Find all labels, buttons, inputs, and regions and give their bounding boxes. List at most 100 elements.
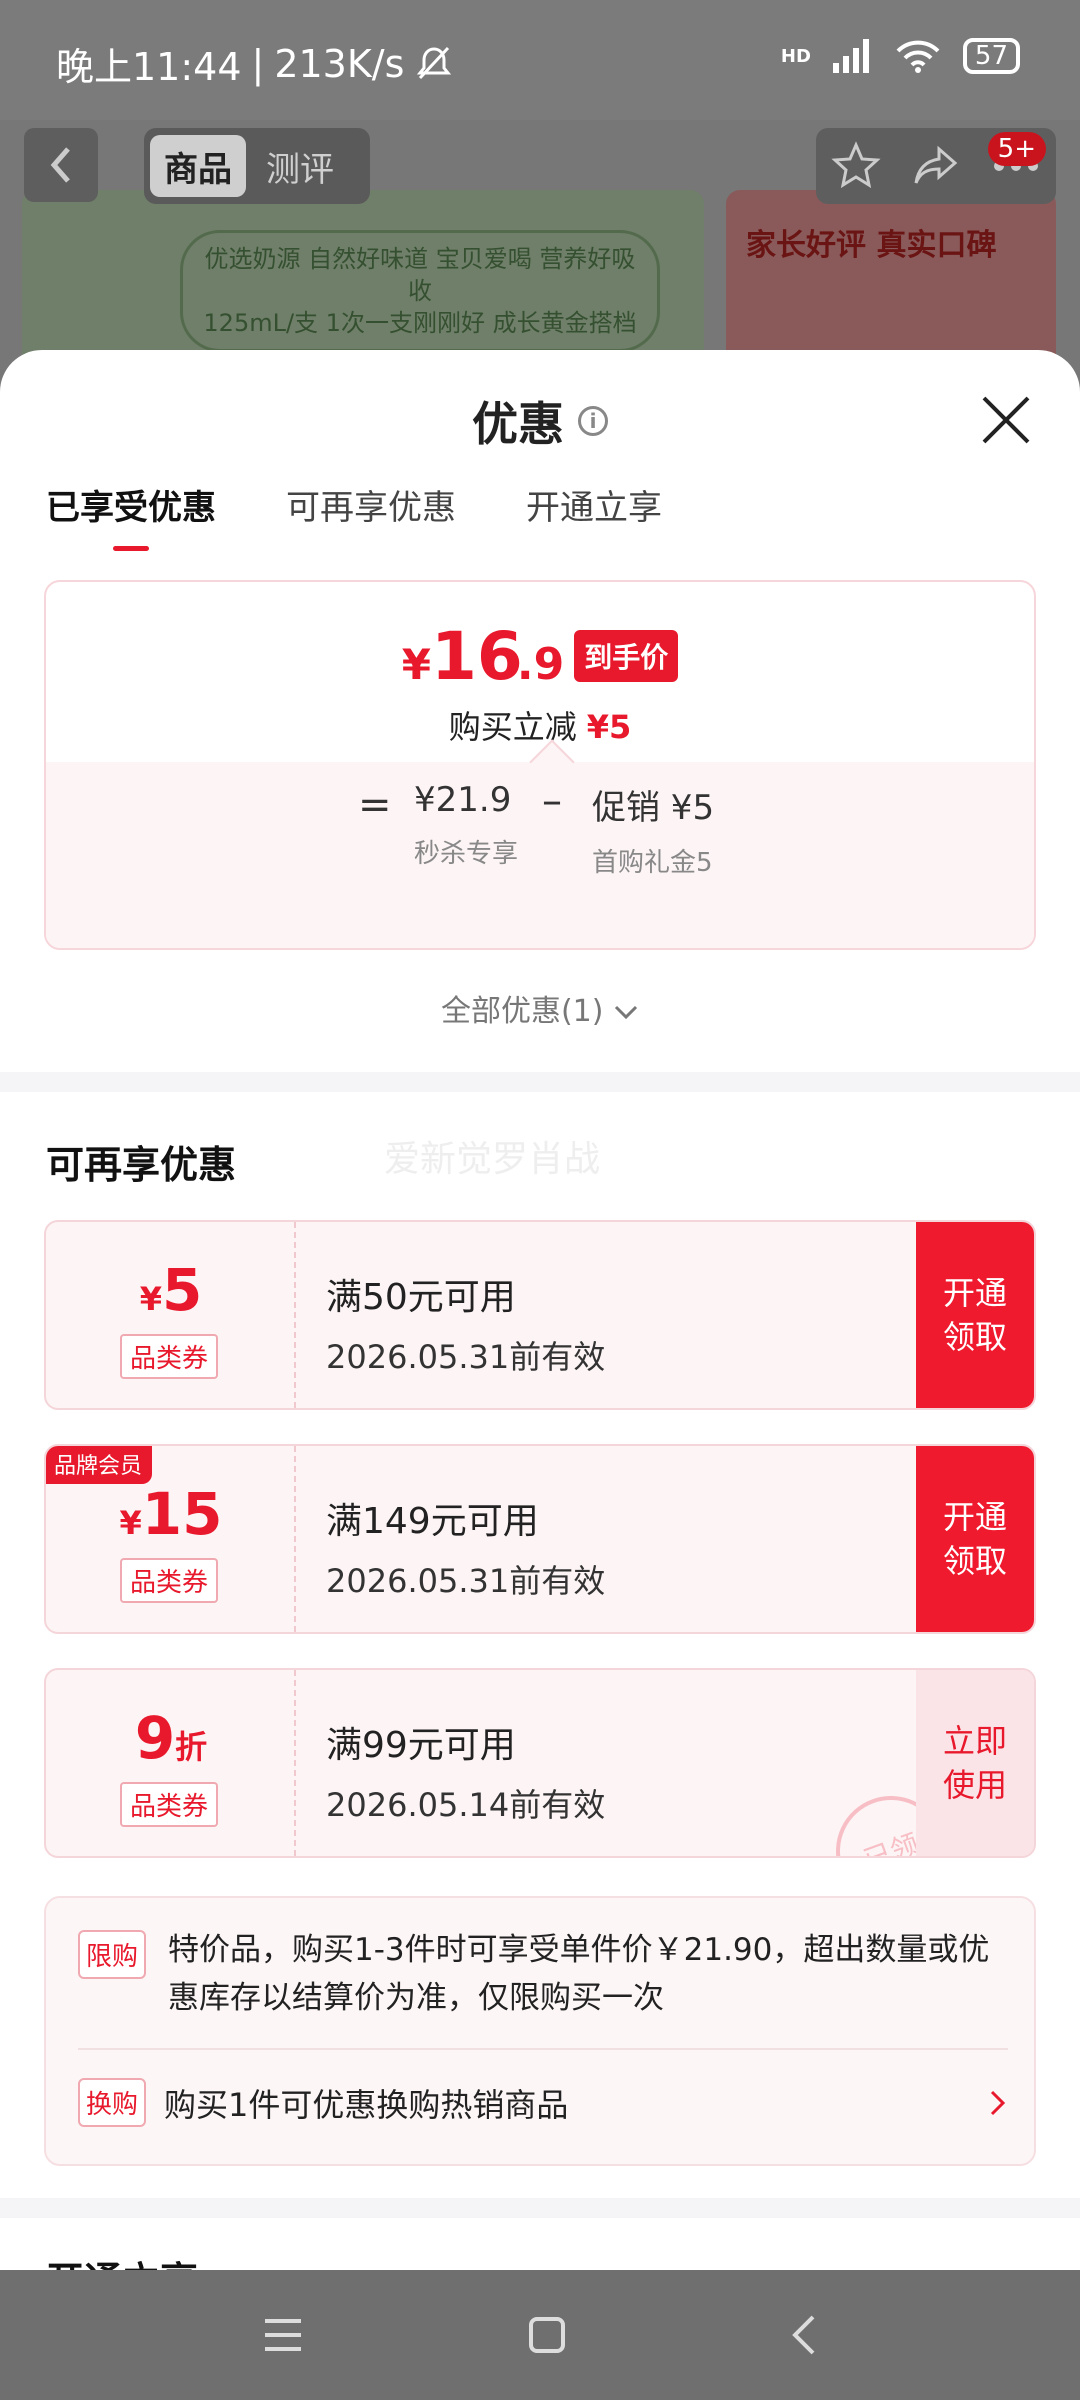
promo-col: 促销 ¥5 首购礼金5 bbox=[592, 780, 792, 881]
status-separator: | bbox=[251, 41, 265, 86]
instant-reduce: 购买立减 ¥5 bbox=[46, 702, 1034, 748]
coupon-info: 满50元可用 2026.05.31前有效 bbox=[326, 1268, 605, 1378]
coupon-type: 品类券 bbox=[120, 1334, 219, 1379]
price-decimal: .9 bbox=[516, 639, 565, 690]
wifi-icon bbox=[896, 40, 940, 73]
final-price-card: ¥16.9 到手价 购买立减 ¥5 = ¥21.9 秒杀专享 – 促销 ¥5 首购… bbox=[44, 580, 1036, 950]
button-label: 立即 使用 bbox=[942, 1722, 1007, 1804]
status-left: 晚上11:44 | 213K/s bbox=[56, 36, 454, 91]
star-icon[interactable] bbox=[831, 141, 881, 191]
page-tabs: 商品 测评 bbox=[144, 128, 370, 204]
home-icon[interactable] bbox=[527, 2315, 567, 2355]
final-price-tag: 到手价 bbox=[574, 630, 679, 682]
button-label: 开通 领取 bbox=[942, 1498, 1007, 1580]
section-divider bbox=[0, 2198, 1080, 2218]
status-speed: 213K/s bbox=[274, 41, 405, 86]
equals-sign: = bbox=[358, 782, 392, 828]
offer-tabs: 已享受优惠 可再享优惠 开通立享 bbox=[46, 480, 662, 551]
price-main: ¥16.9 bbox=[402, 618, 564, 695]
all-offers-label: 全部优惠(1) bbox=[440, 994, 604, 1029]
tab-more-offers[interactable]: 可再享优惠 bbox=[286, 480, 456, 551]
tab-review[interactable]: 测评 bbox=[252, 135, 348, 197]
activate-section-title: 开通立享 bbox=[46, 2250, 198, 2270]
page-actions: 5+ bbox=[816, 128, 1056, 204]
coupon-card: ¥15 品类券 品牌会员 满149元可用 2026.05.31前有效 开通 领取 bbox=[44, 1444, 1036, 1634]
chevron-down-icon bbox=[614, 1005, 638, 1020]
offers-sheet: 优惠 i 已享受优惠 可再享优惠 开通立享 ¥16.9 到手价 购买立减 ¥5 =… bbox=[0, 350, 1080, 2270]
exchange-text: 购买1件可优惠换购热销商品 bbox=[164, 2085, 569, 2124]
coupon-amount: 9折 bbox=[46, 1704, 296, 1772]
coupon-left: ¥5 品类券 bbox=[46, 1222, 296, 1408]
message-badge: 5+ bbox=[987, 132, 1046, 166]
price-integer: 16 bbox=[431, 618, 523, 695]
mute-icon bbox=[417, 46, 452, 79]
activate-claim-button[interactable]: 开通 领取 bbox=[916, 1222, 1034, 1408]
button-label: 开通 领取 bbox=[942, 1274, 1007, 1356]
coupon-number: 15 bbox=[141, 1480, 223, 1548]
coupon-type: 品类券 bbox=[120, 1558, 219, 1603]
base-price-value: ¥21.9 bbox=[414, 780, 512, 820]
coupon-info: 满99元可用 2026.05.14前有效 bbox=[326, 1716, 605, 1826]
battery-indicator: 57 bbox=[962, 38, 1020, 74]
price-yen: ¥ bbox=[401, 640, 431, 689]
final-price: ¥16.9 到手价 bbox=[46, 618, 1034, 695]
back-button[interactable] bbox=[24, 128, 98, 202]
network-type: HD bbox=[780, 45, 811, 67]
price-formula: = ¥21.9 秒杀专享 – 促销 ¥5 首购礼金5 bbox=[46, 739, 1034, 948]
promo-value: 促销 ¥5 bbox=[592, 788, 715, 828]
coupon-expiry: 2026.05.14前有效 bbox=[326, 1786, 606, 1824]
back-icon[interactable] bbox=[789, 2313, 819, 2357]
review-banner-title: 家长好评 真实口碑 bbox=[746, 228, 997, 263]
coupon-number: 5 bbox=[161, 1256, 203, 1324]
price-top: ¥16.9 到手价 购买立减 ¥5 bbox=[46, 582, 1034, 762]
coupon-left: 9折 品类券 bbox=[46, 1670, 296, 1856]
reduce-label: 购买立减 bbox=[448, 708, 577, 746]
reduce-amount: ¥5 bbox=[586, 708, 632, 746]
banner-line-2: 125mL/支 1次一支刚刚好 成长黄金搭档 bbox=[203, 309, 637, 337]
activate-claim-button[interactable]: 开通 领取 bbox=[916, 1446, 1034, 1632]
minus-sign: – bbox=[542, 778, 562, 824]
watermark: 爱新觉罗肖战 bbox=[384, 1139, 601, 1180]
coupon-unit: 折 bbox=[175, 1728, 208, 1766]
base-price-col: ¥21.9 秒杀专享 bbox=[414, 780, 524, 872]
coupon-number: 9 bbox=[134, 1704, 176, 1772]
base-price-label: 秒杀专享 bbox=[414, 839, 519, 869]
coupon-condition: 满99元可用 bbox=[326, 1725, 516, 1766]
tab-product[interactable]: 商品 bbox=[150, 135, 246, 197]
coupon-condition: 满50元可用 bbox=[326, 1277, 516, 1318]
banner-line-1: 优选奶源 自然好味道 宝贝爱喝 营养好吸收 bbox=[204, 245, 636, 305]
info-icon[interactable]: i bbox=[578, 406, 608, 436]
system-nav-bar bbox=[0, 2270, 1080, 2400]
chevron-right-icon bbox=[990, 2090, 1006, 2115]
limit-separator bbox=[78, 2048, 1008, 2050]
chevron-left-icon bbox=[50, 147, 70, 183]
coupon-amount: ¥15 bbox=[46, 1480, 296, 1548]
exchange-row[interactable]: 换购 购买1件可优惠换购热销商品 bbox=[78, 2078, 1008, 2127]
background-page: 优选奶源 自然好味道 宝贝爱喝 营养好吸收 125mL/支 1次一支刚刚好 成长… bbox=[0, 120, 1080, 390]
coupon-expiry: 2026.05.31前有效 bbox=[326, 1562, 606, 1600]
close-icon[interactable] bbox=[976, 390, 1036, 450]
all-offers-toggle[interactable]: 全部优惠(1) bbox=[0, 986, 1080, 1030]
tab-enjoyed[interactable]: 已享受优惠 bbox=[46, 480, 216, 551]
status-right: HD 57 bbox=[781, 38, 1020, 74]
coupon-type: 品类券 bbox=[120, 1782, 219, 1827]
purchase-limit-card: 限购 特价品，购买1-3件时可享受单件价￥21.90，超出数量或优惠库存以结算价… bbox=[44, 1896, 1036, 2166]
coupon-symbol: ¥ bbox=[139, 1280, 162, 1318]
banner-text: 优选奶源 自然好味道 宝贝爱喝 营养好吸收 125mL/支 1次一支刚刚好 成长… bbox=[180, 230, 660, 352]
exchange-badge: 换购 bbox=[78, 2078, 147, 2127]
use-now-button[interactable]: 立即 使用 bbox=[916, 1670, 1034, 1856]
coupon-condition: 满149元可用 bbox=[326, 1501, 539, 1542]
share-icon[interactable] bbox=[911, 141, 961, 191]
coupon-amount: ¥5 bbox=[46, 1256, 296, 1324]
section-divider bbox=[0, 1072, 1080, 1092]
more-offers-title: 可再享优惠 bbox=[46, 1143, 237, 1187]
sheet-header: 优惠 i bbox=[0, 386, 1080, 456]
status-time: 晚上11:44 bbox=[56, 45, 242, 89]
limit-row: 限购 特价品，购买1-3件时可享受单件价￥21.90，超出数量或优惠库存以结算价… bbox=[78, 1926, 1008, 2022]
tab-activate[interactable]: 开通立享 bbox=[526, 480, 662, 551]
brand-member-badge: 品牌会员 bbox=[46, 1446, 153, 1484]
coupon-expiry: 2026.05.31前有效 bbox=[326, 1338, 606, 1376]
promo-label: 首购礼金5 bbox=[592, 848, 713, 878]
menu-icon[interactable] bbox=[261, 2315, 305, 2355]
limit-text: 特价品，购买1-3件时可享受单件价￥21.90，超出数量或优惠库存以结算价为准，… bbox=[168, 1932, 990, 2016]
